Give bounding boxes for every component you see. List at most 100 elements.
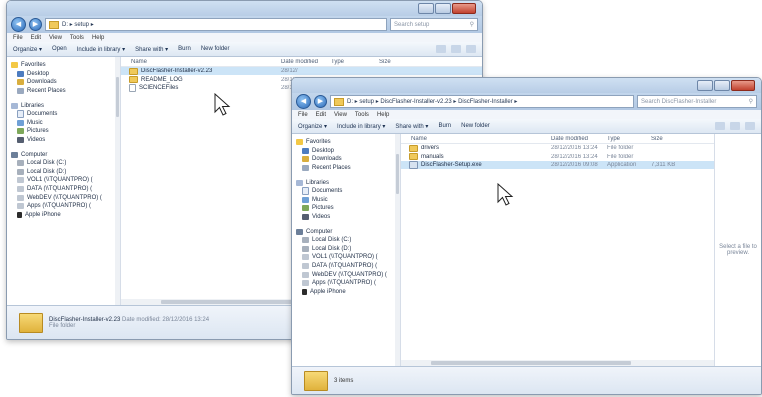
help-button[interactable] bbox=[745, 122, 755, 130]
nav-item-local-disk-d[interactable]: Local Disk (D:) bbox=[7, 168, 120, 177]
nav-item-downloads[interactable]: Downloads bbox=[7, 78, 120, 87]
nav-item-videos[interactable]: Videos bbox=[292, 213, 400, 222]
close-button[interactable] bbox=[731, 80, 755, 91]
search-input[interactable]: Search setup ⚲ bbox=[390, 18, 478, 31]
nav-scrollbar[interactable] bbox=[115, 57, 120, 305]
column-date-modified[interactable]: Date modified bbox=[281, 59, 331, 65]
organize-button[interactable]: Organize ▾ bbox=[298, 123, 327, 130]
nav-item-videos[interactable]: Videos bbox=[7, 136, 120, 145]
file-name: drivers bbox=[421, 145, 440, 152]
nav-item-libraries[interactable]: Libraries bbox=[292, 178, 400, 187]
nav-item-recent-places[interactable]: Recent Places bbox=[292, 164, 400, 173]
search-input[interactable]: Search DiscFlasher-Installer ⚲ bbox=[637, 95, 757, 108]
nav-scrollbar[interactable] bbox=[395, 134, 400, 366]
share-with-button[interactable]: Share with ▾ bbox=[395, 123, 428, 130]
file-name-cell: README_LOG bbox=[121, 76, 281, 84]
address-bar[interactable]: D: ▸ setup ▸ DiscFlasher-Installer-v2.23… bbox=[330, 95, 634, 108]
new-folder-button[interactable]: New folder bbox=[461, 123, 490, 129]
menu-file[interactable]: File bbox=[13, 35, 23, 41]
nav-item-apps-tquantpro[interactable]: Apps (\\TQUANTPRO) ( bbox=[7, 202, 120, 211]
close-button[interactable] bbox=[452, 3, 476, 14]
menu-help[interactable]: Help bbox=[377, 112, 389, 118]
forward-button[interactable]: ▶ bbox=[314, 95, 327, 108]
column-type[interactable]: Type bbox=[607, 136, 651, 142]
back-button[interactable]: ◀ bbox=[296, 94, 311, 109]
explorer-window-discflasher-installer[interactable]: ◀ ▶ D: ▸ setup ▸ DiscFlasher-Installer-v… bbox=[291, 77, 762, 395]
file-row[interactable]: DiscFlasher-Setup.exe 28/12/2016 09:08 App… bbox=[401, 160, 719, 170]
nav-item-label: Videos bbox=[27, 137, 46, 144]
maximize-button[interactable] bbox=[714, 80, 730, 91]
organize-button[interactable]: Organize ▾ bbox=[13, 46, 42, 53]
menu-file[interactable]: File bbox=[298, 112, 308, 118]
open-button[interactable]: Open bbox=[52, 46, 67, 52]
file-row[interactable]: DiscFlasher-Installer-v2.23 28/12/ bbox=[121, 67, 482, 76]
nav-item-pictures[interactable]: Pictures bbox=[7, 127, 120, 136]
nav-item-desktop[interactable]: Desktop bbox=[7, 70, 120, 79]
nav-item-favorites[interactable]: Favorites bbox=[292, 138, 400, 147]
menu-tools[interactable]: Tools bbox=[70, 35, 84, 41]
nav-item-computer[interactable]: Computer bbox=[292, 227, 400, 236]
nav-item-local-disk-c[interactable]: Local Disk (C:) bbox=[292, 236, 400, 245]
include-in-library-button[interactable]: Include in library ▾ bbox=[77, 46, 125, 53]
nav-item-pictures[interactable]: Pictures bbox=[292, 204, 400, 213]
new-folder-button[interactable]: New folder bbox=[201, 46, 230, 52]
menu-view[interactable]: View bbox=[49, 35, 62, 41]
nav-item-apple-iphone[interactable]: Apple iPhone bbox=[7, 211, 120, 220]
nav-item-vol1-tquantpro[interactable]: VOL1 (\\TQUANTPRO) ( bbox=[7, 176, 120, 185]
nav-item-local-disk-d[interactable]: Local Disk (D:) bbox=[292, 245, 400, 254]
file-row[interactable]: drivers 28/12/2016 13:24 File folder bbox=[401, 144, 719, 152]
views-button[interactable] bbox=[436, 45, 446, 53]
preview-pane-button[interactable] bbox=[730, 122, 740, 130]
column-name[interactable]: Name bbox=[121, 59, 281, 65]
nav-item-computer[interactable]: Computer bbox=[7, 150, 120, 159]
nav-item-data-tquantpro[interactable]: DATA (\\TQUANTPRO) ( bbox=[7, 185, 120, 194]
column-name[interactable]: Name bbox=[401, 136, 551, 142]
nav-item-desktop[interactable]: Desktop bbox=[292, 147, 400, 156]
minimize-button[interactable] bbox=[418, 3, 434, 14]
nav-item-documents[interactable]: Documents bbox=[7, 110, 120, 119]
help-button[interactable] bbox=[466, 45, 476, 53]
menu-edit[interactable]: Edit bbox=[316, 112, 326, 118]
music-icon bbox=[302, 196, 309, 203]
forward-button[interactable]: ▶ bbox=[29, 18, 42, 31]
burn-button[interactable]: Burn bbox=[178, 46, 191, 52]
maximize-button[interactable] bbox=[435, 3, 451, 14]
nav-item-recent-places[interactable]: Recent Places bbox=[7, 87, 120, 96]
nav-item-music[interactable]: Music bbox=[7, 119, 120, 128]
nav-item-webdev-tquantpro[interactable]: WebDEV (\\TQUANTPRO) ( bbox=[292, 270, 400, 279]
share-with-button[interactable]: Share with ▾ bbox=[135, 46, 168, 53]
nav-item-vol1-tquantpro[interactable]: VOL1 (\\TQUANTPRO) ( bbox=[292, 253, 400, 262]
column-size[interactable]: Size bbox=[651, 136, 691, 142]
navigation-pane[interactable]: Favorites Desktop Downloads Recent Places Li… bbox=[7, 57, 121, 305]
title-bar[interactable] bbox=[292, 78, 761, 93]
burn-button[interactable]: Burn bbox=[438, 123, 451, 129]
column-type[interactable]: Type bbox=[331, 59, 379, 65]
nav-item-libraries[interactable]: Libraries bbox=[7, 101, 120, 110]
nav-item-webdev-tquantpro[interactable]: WebDEV (\\TQUANTPRO) ( bbox=[7, 193, 120, 202]
nav-item-apple-iphone[interactable]: Apple iPhone bbox=[292, 288, 400, 297]
file-name-cell: drivers bbox=[401, 144, 551, 152]
menu-view[interactable]: View bbox=[334, 112, 347, 118]
minimize-button[interactable] bbox=[697, 80, 713, 91]
nav-item-favorites[interactable]: Favorites bbox=[7, 61, 120, 70]
title-bar[interactable] bbox=[7, 1, 482, 16]
column-size[interactable]: Size bbox=[379, 59, 419, 65]
menu-edit[interactable]: Edit bbox=[31, 35, 41, 41]
menu-help[interactable]: Help bbox=[92, 35, 104, 41]
address-bar[interactable]: D: ▸ setup ▸ bbox=[45, 18, 387, 31]
nav-item-apps-tquantpro[interactable]: Apps (\\TQUANTPRO) ( bbox=[292, 279, 400, 288]
file-row[interactable]: manuals 28/12/2016 13:24 File folder bbox=[401, 152, 719, 161]
nav-item-music[interactable]: Music bbox=[292, 196, 400, 205]
preview-pane-button[interactable] bbox=[451, 45, 461, 53]
nav-item-local-disk-c[interactable]: Local Disk (C:) bbox=[7, 159, 120, 168]
nav-item-downloads[interactable]: Downloads bbox=[292, 155, 400, 164]
views-button[interactable] bbox=[715, 122, 725, 130]
nav-item-data-tquantpro[interactable]: DATA (\\TQUANTPRO) ( bbox=[292, 262, 400, 271]
include-in-library-button[interactable]: Include in library ▾ bbox=[337, 123, 385, 130]
nav-item-documents[interactable]: Documents bbox=[292, 187, 400, 196]
nav-item-label: Pictures bbox=[312, 205, 334, 212]
menu-tools[interactable]: Tools bbox=[355, 112, 369, 118]
back-button[interactable]: ◀ bbox=[11, 17, 26, 32]
navigation-pane[interactable]: Favorites Desktop Downloads Recent Places Li… bbox=[292, 134, 401, 366]
column-date-modified[interactable]: Date modified bbox=[551, 136, 607, 142]
